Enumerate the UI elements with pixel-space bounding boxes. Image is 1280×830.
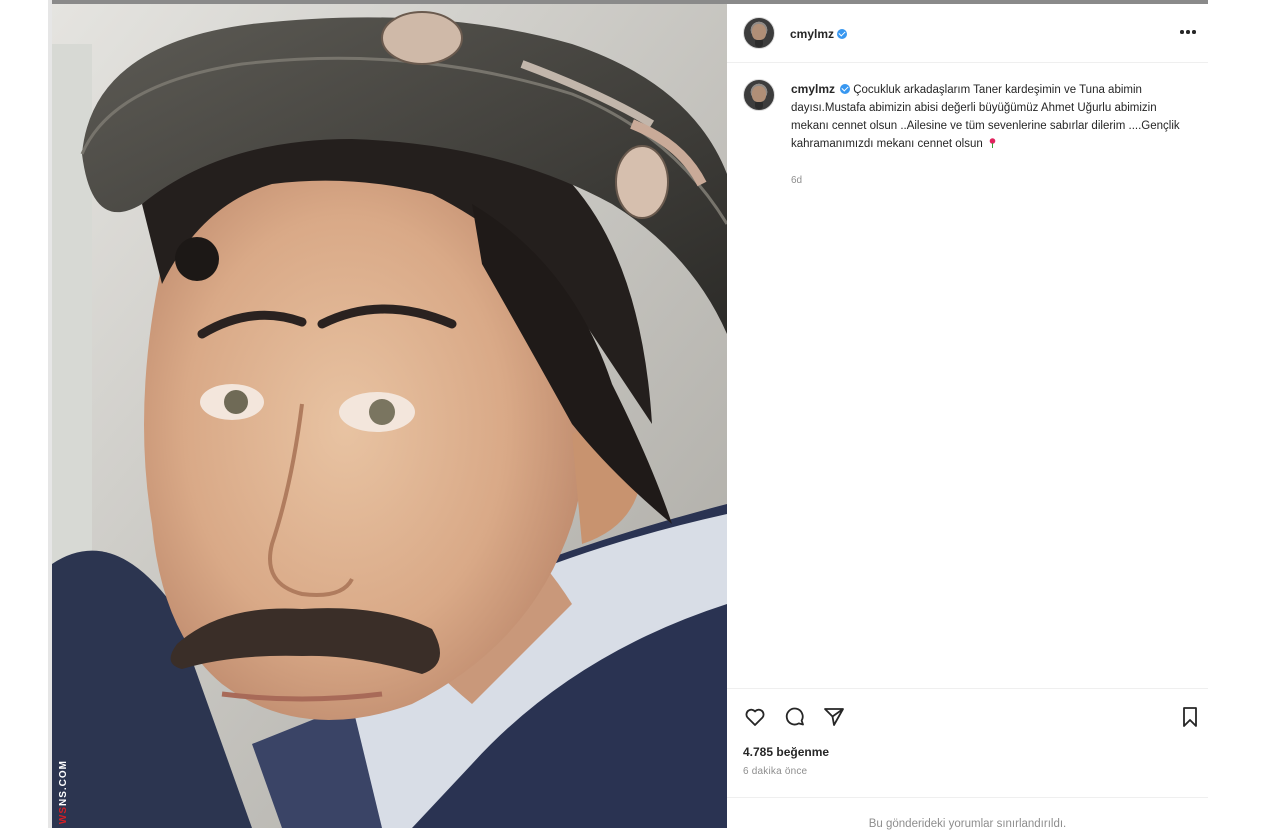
caption-avatar[interactable]: [743, 79, 775, 111]
like-count[interactable]: 4.785 beğenme: [743, 745, 829, 759]
caption-username[interactable]: cmylmz: [791, 82, 835, 96]
post-image[interactable]: WSNS.COM: [52, 4, 727, 828]
more-horizontal-icon[interactable]: [1178, 26, 1198, 38]
photo-watermark: WSNS.COM: [58, 760, 69, 824]
caption-text: cmylmz Çocukluk arkadaşlarım Taner karde…: [791, 80, 1191, 153]
avatar[interactable]: [743, 17, 775, 49]
post-actions: 4.785 beğenme 6 dakika önce Bu gönderide…: [727, 688, 1208, 830]
post-image-illustration: [52, 4, 727, 828]
comments-limited-text: Bu gönderideki yorumlar sınırlandırıldı.: [868, 818, 1067, 830]
heart-icon[interactable]: [743, 705, 767, 729]
post-header: cmylmz: [727, 4, 1208, 63]
caption-timestamp[interactable]: 6d: [791, 175, 802, 186]
verified-badge-icon: [840, 84, 851, 94]
verified-badge-icon: [837, 29, 848, 39]
comments-limited-notice: Bu gönderideki yorumlar sınırlandırıldı.: [727, 797, 1208, 830]
rose-icon: [989, 138, 996, 148]
bookmark-icon[interactable]: [1178, 705, 1202, 729]
watermark-white: NS.COM: [58, 759, 69, 806]
post-time-ago[interactable]: 6 dakika önce: [743, 766, 807, 777]
header-username[interactable]: cmylmz: [790, 27, 848, 41]
share-icon[interactable]: [822, 705, 846, 729]
watermark-red: WS: [58, 805, 69, 824]
post-side-panel: cmylmz cmylmz Çocukluk arkadaşlarım Tane…: [727, 4, 1208, 830]
comment-icon[interactable]: [783, 705, 807, 729]
caption-body: Çocukluk arkadaşlarım Taner kardeşimin v…: [791, 84, 1180, 150]
username-text[interactable]: cmylmz: [790, 27, 834, 41]
